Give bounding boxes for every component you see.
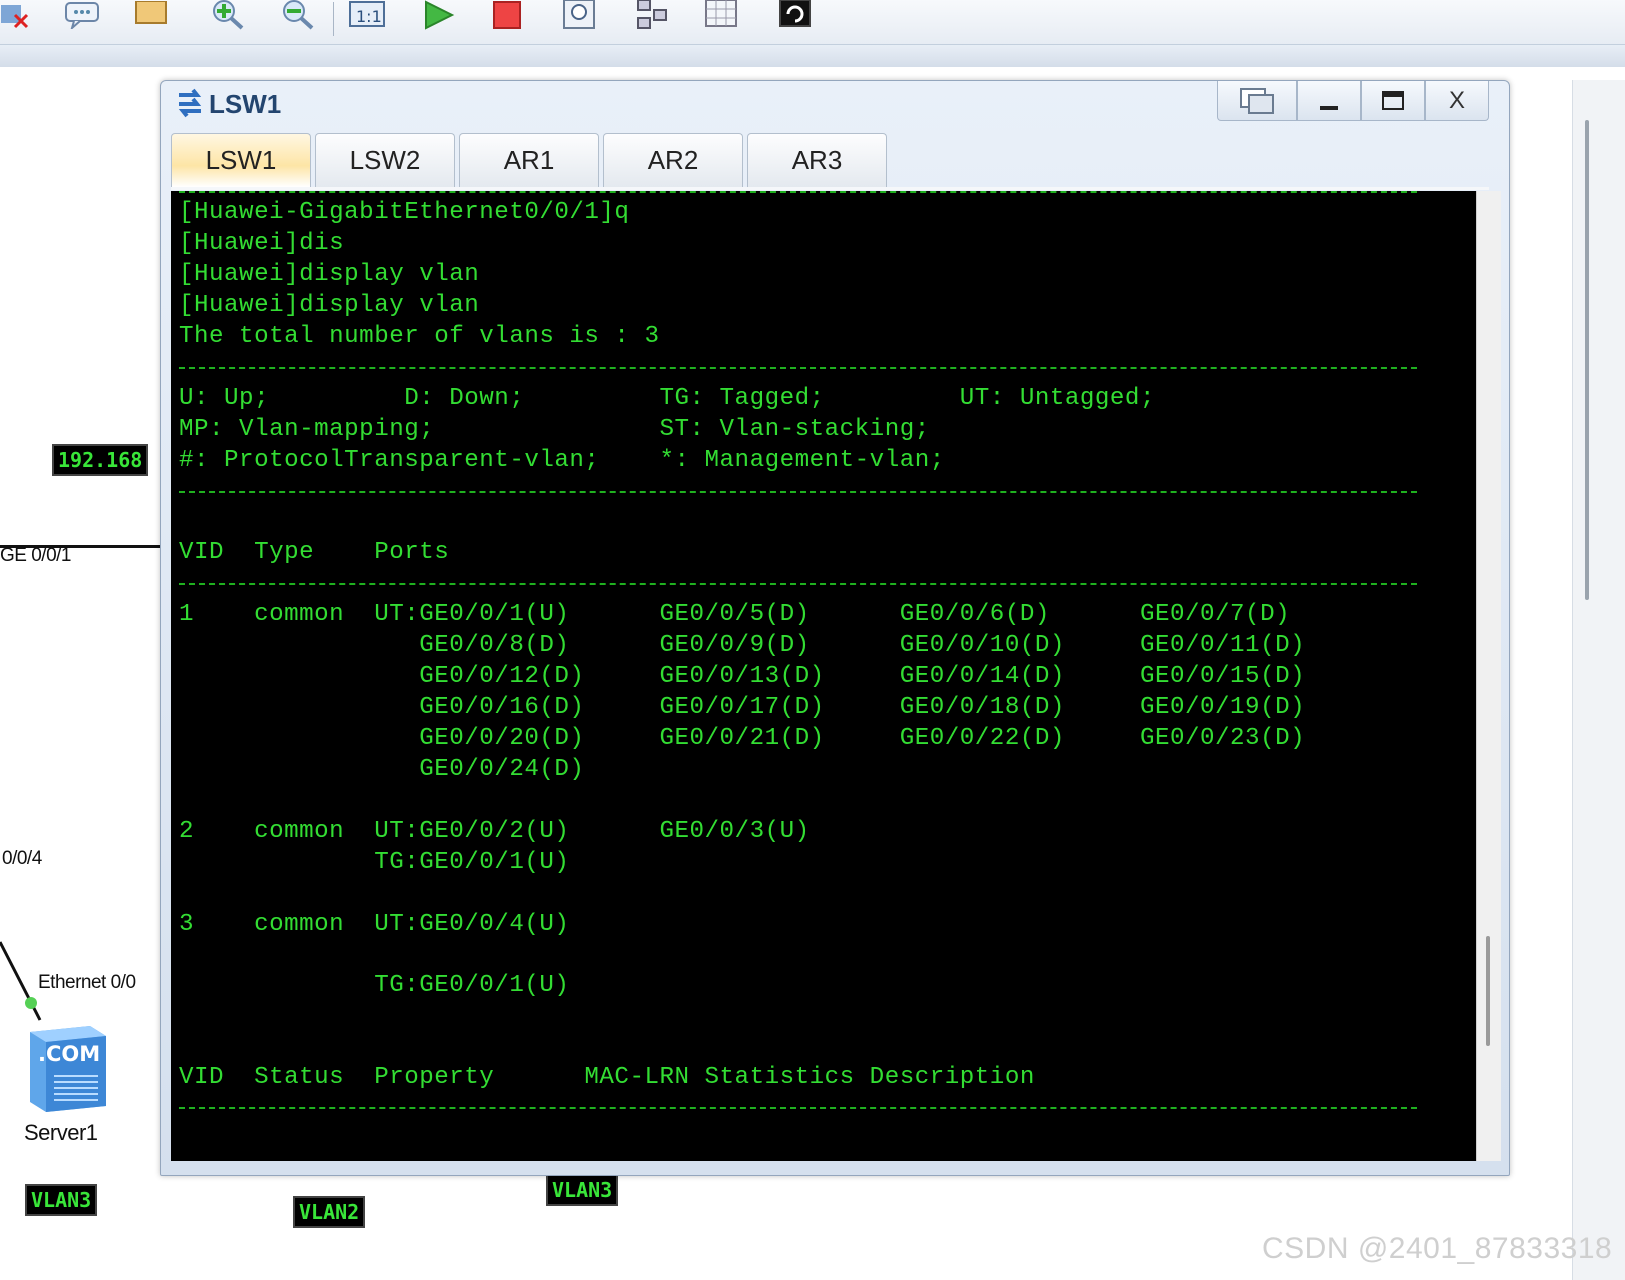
terminal-line: MP: Vlan-mapping; ST: Vlan-stacking;: [179, 416, 930, 443]
switch-icon: [175, 87, 205, 121]
close-icon: X: [1448, 86, 1465, 114]
server-name-label: Server1: [24, 1120, 98, 1145]
terminal-line: GE0/0/24(D): [179, 756, 585, 783]
terminal-line: The total number of vlans is : 3: [179, 323, 660, 350]
terminal-line: 1 common UT:GE0/0/1(U) GE0/0/5(D) GE0/0/…: [179, 601, 1291, 628]
terminal-line: #: ProtocolTransparent-vlan; *: Manageme…: [179, 447, 945, 474]
start-device-icon[interactable]: [418, 0, 458, 30]
grid-icon[interactable]: [702, 0, 742, 30]
terminal-line: TG:GE0/0/1(U): [179, 849, 570, 876]
console-window: LSW1 X LSW1 LSW2 AR1 AR2 AR3 [Huawei-Gig…: [160, 80, 1510, 1176]
console-icon[interactable]: [776, 0, 816, 30]
vlan-label: VLAN2: [293, 1196, 366, 1228]
right-panel: [1572, 80, 1625, 1280]
svg-text:1:1: 1:1: [356, 7, 382, 26]
separator-line: [179, 583, 1417, 585]
server-badge: .COM: [38, 1042, 101, 1066]
server-link-line[interactable]: [0, 940, 60, 1030]
zoom-out-icon[interactable]: [276, 0, 316, 30]
main-toolbar: 1:1: [0, 0, 1625, 67]
terminal-line: VID Type Ports: [179, 539, 450, 566]
separator-line: [179, 367, 1417, 369]
device-tabs: LSW1 LSW2 AR1 AR2 AR3: [171, 133, 891, 189]
port-label-004: 0/0/4: [2, 848, 42, 869]
terminal-line: GE0/0/12(D) GE0/0/13(D) GE0/0/14(D) GE0/…: [179, 663, 1306, 690]
tab-ar2[interactable]: AR2: [603, 133, 743, 187]
separator-line: [179, 491, 1417, 493]
tab-ar1[interactable]: AR1: [459, 133, 599, 187]
ip-address-label: 192.168: [52, 444, 149, 476]
maximize-icon: [1382, 90, 1404, 110]
watermark: CSDN @2401_87833318: [1262, 1232, 1613, 1265]
terminal-line: GE0/0/8(D) GE0/0/9(D) GE0/0/10(D) GE0/0/…: [179, 632, 1306, 659]
window-controls: X: [1217, 81, 1489, 123]
port-label-ge001: GE 0/0/1: [0, 545, 72, 566]
scrollbar-thumb[interactable]: [1486, 936, 1490, 1046]
restore-console-button[interactable]: [1217, 81, 1297, 121]
window-title: LSW1: [209, 89, 282, 119]
terminal-line: GE0/0/20(D) GE0/0/21(D) GE0/0/22(D) GE0/…: [179, 725, 1306, 752]
maximize-button[interactable]: [1361, 81, 1425, 121]
close-button[interactable]: X: [1425, 81, 1489, 121]
terminal-scrollbar[interactable]: [1476, 191, 1501, 1161]
panel-scrollbar[interactable]: [1585, 120, 1589, 600]
restore-console-icon: [1240, 87, 1274, 114]
terminal-line: GE0/0/16(D) GE0/0/17(D) GE0/0/18(D) GE0/…: [179, 694, 1306, 721]
terminal-line: TG:GE0/0/1(U): [179, 972, 570, 999]
terminal-line: U: Up; D: Down; TG: Tagged; UT: Untagged…: [179, 385, 1155, 412]
topology-icon[interactable]: [632, 0, 672, 30]
vlan-label: VLAN3: [25, 1184, 98, 1216]
zoom-in-icon[interactable]: [206, 0, 246, 30]
terminal-line: [Huawei]display vlan: [179, 261, 480, 288]
terminal-line: [Huawei-GigabitEthernet0/0/1]q: [179, 199, 630, 226]
separator-line: [179, 1107, 1417, 1109]
terminal-line: 3 common UT:GE0/0/4(U): [179, 911, 570, 938]
minimize-icon: [1320, 105, 1338, 110]
vlan-label: VLAN3: [546, 1174, 619, 1206]
rectangle-tool-icon[interactable]: [132, 0, 172, 30]
tab-lsw1[interactable]: LSW1: [171, 133, 311, 187]
server-icon[interactable]: .COM: [24, 1020, 110, 1116]
tab-ar3[interactable]: AR3: [747, 133, 887, 187]
delete-link-icon[interactable]: [0, 0, 34, 30]
text-note-icon[interactable]: [62, 0, 102, 30]
terminal-output[interactable]: [Huawei-GigabitEthernet0/0/1]q [Huawei]d…: [171, 191, 1476, 1161]
tab-lsw2[interactable]: LSW2: [315, 133, 455, 187]
capture-data-icon[interactable]: [560, 0, 600, 30]
terminal-line: 2 common UT:GE0/0/2(U) GE0/0/3(U): [179, 818, 810, 845]
terminal-line: VID Status Property MAC-LRN Statistics D…: [179, 1064, 1035, 1091]
terminal-line: [Huawei]display vlan: [179, 292, 480, 319]
restore-view-icon[interactable]: 1:1: [348, 0, 388, 30]
stop-device-icon[interactable]: [488, 0, 528, 30]
terminal-line: [Huawei]dis: [179, 230, 345, 257]
minimize-button[interactable]: [1297, 81, 1361, 121]
